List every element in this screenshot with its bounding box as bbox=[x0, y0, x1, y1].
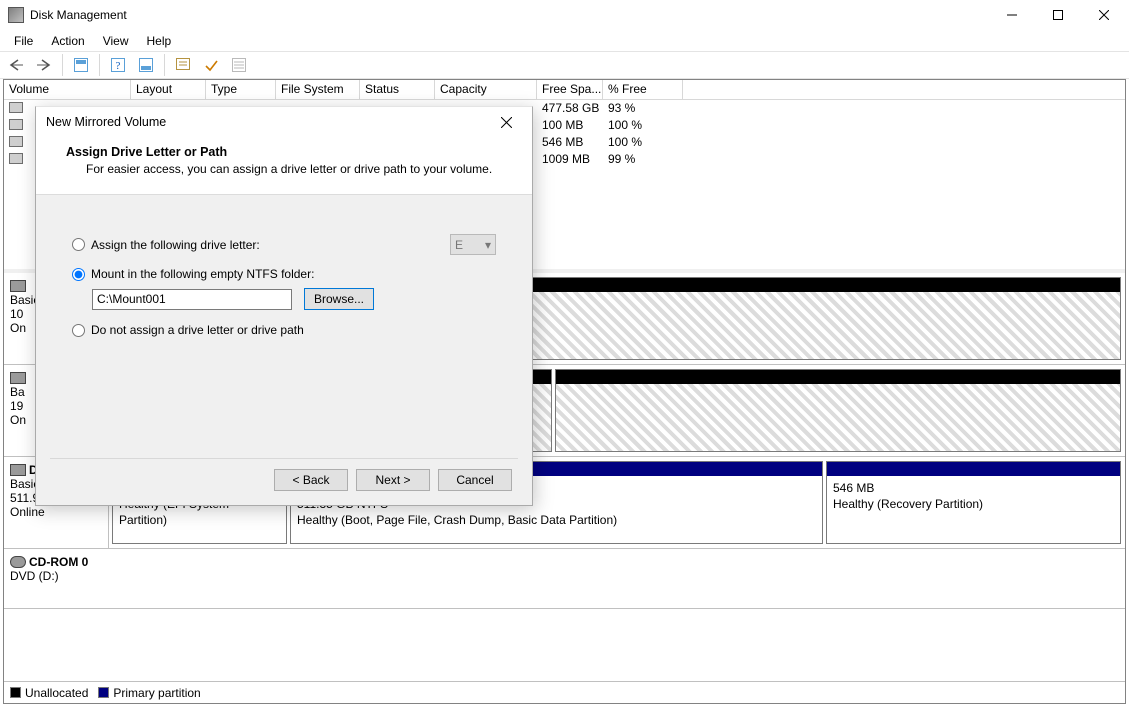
option-no-assign[interactable]: Do not assign a drive letter or drive pa… bbox=[72, 313, 496, 341]
cell-pctfree: 93 % bbox=[603, 100, 683, 117]
view-bottom-icon[interactable] bbox=[134, 54, 158, 76]
disk-row: CD-ROM 0 DVD (D:) bbox=[4, 549, 1125, 609]
col-layout[interactable]: Layout bbox=[131, 80, 206, 99]
apply-icon[interactable] bbox=[199, 54, 223, 76]
dialog-body: Assign the following drive letter: E▾ Mo… bbox=[36, 195, 532, 376]
cell-freespace: 546 MB bbox=[537, 134, 603, 151]
menu-help[interactable]: Help bbox=[139, 32, 180, 50]
dialog-title: New Mirrored Volume bbox=[46, 115, 490, 129]
cell-pctfree: 100 % bbox=[603, 117, 683, 134]
disk-icon bbox=[10, 464, 26, 476]
new-mirrored-volume-dialog: New Mirrored Volume Assign Drive Letter … bbox=[35, 106, 533, 506]
cell-freespace: 477.58 GB bbox=[537, 100, 603, 117]
menubar: File Action View Help bbox=[0, 30, 1129, 51]
column-headers: Volume Layout Type File System Status Ca… bbox=[4, 80, 1125, 100]
view-top-icon[interactable] bbox=[69, 54, 93, 76]
settings-icon[interactable] bbox=[171, 54, 195, 76]
option-assign-letter[interactable]: Assign the following drive letter: E▾ bbox=[72, 230, 496, 259]
mount-path-input[interactable] bbox=[92, 289, 292, 310]
partition-size: 546 MB bbox=[833, 480, 1114, 496]
dialog-subtitle: For easier access, you can assign a driv… bbox=[66, 162, 502, 176]
partition-status: Healthy (Recovery Partition) bbox=[833, 496, 1114, 512]
menu-view[interactable]: View bbox=[95, 32, 137, 50]
toolbar: ? bbox=[0, 51, 1129, 79]
volume-icon bbox=[9, 119, 23, 130]
disk-icon bbox=[10, 280, 26, 292]
col-volume[interactable]: Volume bbox=[4, 80, 131, 99]
col-pctfree[interactable]: % Free bbox=[603, 80, 683, 99]
svg-text:?: ? bbox=[116, 60, 121, 72]
disk-type: DVD (D:) bbox=[10, 569, 1119, 583]
partition-primary[interactable]: 546 MB Healthy (Recovery Partition) bbox=[826, 461, 1121, 544]
next-button[interactable]: Next > bbox=[356, 469, 430, 491]
cell-pctfree: 100 % bbox=[603, 134, 683, 151]
close-button[interactable] bbox=[1081, 0, 1127, 30]
dialog-buttons: < Back Next > Cancel bbox=[274, 469, 512, 491]
list-icon[interactable] bbox=[227, 54, 251, 76]
partition-body bbox=[556, 384, 1120, 451]
window-controls bbox=[989, 0, 1127, 30]
col-capacity[interactable]: Capacity bbox=[435, 80, 537, 99]
volume-icon bbox=[9, 136, 23, 147]
col-status[interactable]: Status bbox=[360, 80, 435, 99]
legend: Unallocated Primary partition bbox=[4, 681, 1125, 703]
label-assign-letter: Assign the following drive letter: bbox=[91, 238, 260, 252]
partition-status: Healthy (Boot, Page File, Crash Dump, Ba… bbox=[297, 512, 816, 528]
radio-mount-folder[interactable] bbox=[72, 268, 85, 281]
titlebar: Disk Management bbox=[0, 0, 1129, 30]
back-button[interactable]: < Back bbox=[274, 469, 348, 491]
mount-path-row: Browse... bbox=[72, 285, 496, 313]
legend-unallocated: Unallocated bbox=[10, 686, 88, 700]
legend-primary: Primary partition bbox=[98, 686, 200, 700]
dialog-close-button[interactable] bbox=[490, 107, 522, 137]
cancel-button[interactable]: Cancel bbox=[438, 469, 512, 491]
menu-action[interactable]: Action bbox=[43, 32, 92, 50]
app-icon bbox=[8, 7, 24, 23]
col-type[interactable]: Type bbox=[206, 80, 276, 99]
window-title: Disk Management bbox=[30, 8, 989, 22]
col-spacer bbox=[683, 80, 1125, 99]
dialog-titlebar: New Mirrored Volume bbox=[36, 107, 532, 137]
disk-icon bbox=[10, 372, 26, 384]
col-freespace[interactable]: Free Spa... bbox=[537, 80, 603, 99]
minimize-button[interactable] bbox=[989, 0, 1035, 30]
disk-info[interactable]: CD-ROM 0 DVD (D:) bbox=[4, 549, 1125, 608]
help-icon[interactable]: ? bbox=[106, 54, 130, 76]
drive-letter-select[interactable]: E▾ bbox=[450, 234, 496, 255]
dialog-heading: Assign Drive Letter or Path bbox=[66, 145, 502, 159]
dialog-header: Assign Drive Letter or Path For easier a… bbox=[36, 137, 532, 195]
volume-icon bbox=[9, 153, 23, 164]
browse-button[interactable]: Browse... bbox=[304, 288, 374, 310]
partition-header bbox=[556, 370, 1120, 384]
label-mount-folder: Mount in the following empty NTFS folder… bbox=[91, 267, 314, 281]
cell-pctfree: 99 % bbox=[603, 151, 683, 168]
radio-assign-letter[interactable] bbox=[72, 238, 85, 251]
radio-no-assign[interactable] bbox=[72, 324, 85, 337]
cdrom-icon bbox=[10, 556, 26, 568]
back-icon[interactable] bbox=[4, 54, 28, 76]
disk-status: Online bbox=[10, 505, 102, 519]
partition-unallocated[interactable] bbox=[555, 369, 1121, 452]
volume-icon bbox=[9, 102, 23, 113]
cell-freespace: 1009 MB bbox=[537, 151, 603, 168]
menu-file[interactable]: File bbox=[6, 32, 41, 50]
dialog-separator bbox=[50, 458, 518, 459]
forward-icon[interactable] bbox=[32, 54, 56, 76]
option-mount-folder[interactable]: Mount in the following empty NTFS folder… bbox=[72, 259, 496, 285]
cell-freespace: 100 MB bbox=[537, 117, 603, 134]
col-filesystem[interactable]: File System bbox=[276, 80, 360, 99]
partition-body: 546 MB Healthy (Recovery Partition) bbox=[827, 476, 1120, 543]
maximize-button[interactable] bbox=[1035, 0, 1081, 30]
partition-header bbox=[827, 462, 1120, 476]
label-no-assign: Do not assign a drive letter or drive pa… bbox=[91, 323, 304, 337]
